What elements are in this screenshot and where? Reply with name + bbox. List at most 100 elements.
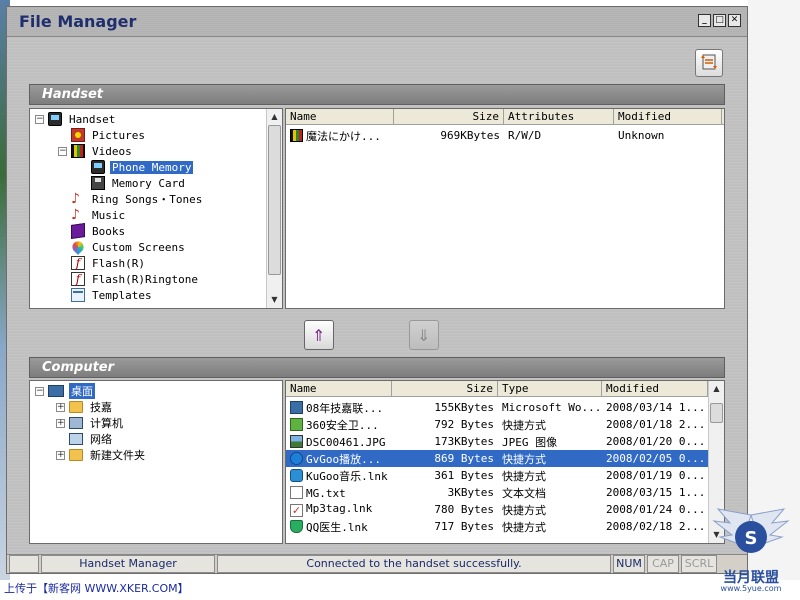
handset-tree-item[interactable]: Phone Memory [78, 159, 194, 175]
file-attributes: R/W/D [508, 129, 542, 142]
column-header-modified[interactable]: Modified [614, 109, 722, 125]
collapse-icon[interactable]: − [58, 146, 67, 156]
handset-tree-item[interactable]: ♪ Music [58, 207, 127, 223]
file-modified: 2008/01/18 2... [606, 418, 706, 431]
file-type-icon [290, 128, 303, 142]
column-header-size[interactable]: Size [392, 381, 498, 397]
tree-item-label: 新建文件夹 [90, 449, 145, 462]
handset-tree-item[interactable]: − Videos [58, 143, 134, 159]
file-row[interactable]: QQ医生.lnk 717 Bytes 快捷方式 2008/02/18 2... [286, 518, 708, 535]
handset-tree-pane[interactable]: − Handset Pictures − Videos Phone Memory Memor… [29, 108, 283, 309]
file-row[interactable]: DSC00461.JPG 173KBytes JPEG 图像 2008/01/20 0… [286, 433, 708, 450]
computer-tree-pane[interactable]: − 桌面 + 技嘉 + 计算机 网络 + 新建文件夹 [29, 380, 283, 544]
phone-icon [91, 160, 105, 174]
handset-tree-item[interactable]: Memory Card [78, 175, 187, 191]
handset-tree-item[interactable]: Pictures [58, 127, 147, 143]
status-app-name: Handset Manager [41, 555, 215, 573]
status-cap-indicator: CAP [647, 555, 679, 573]
file-modified: 2008/01/20 0... [606, 435, 706, 448]
maximize-button[interactable]: □ [713, 14, 726, 27]
tree-item-label: Videos [92, 144, 132, 158]
tree-item-label: Books [92, 224, 126, 238]
folder-icon [69, 449, 83, 461]
file-type-icon [290, 400, 303, 414]
file-row[interactable]: 魔法にかけ... 969KBytes R/W/D Unknown [286, 127, 724, 144]
column-header-name[interactable]: Name [286, 109, 394, 125]
file-modified: Unknown [618, 129, 665, 142]
window-title: File Manager [19, 12, 137, 31]
handset-tree-item[interactable]: − Handset [35, 111, 117, 127]
column-header-attributes[interactable]: Attributes [504, 109, 614, 125]
computer-file-list[interactable]: Name Size Type Modified 08年技嘉联... 155KByt… [285, 380, 725, 544]
file-row[interactable]: 360安全卫... 792 Bytes 快捷方式 2008/01/18 2... [286, 416, 708, 433]
logo-url: www.5yue.com [720, 584, 782, 593]
column-header-modified[interactable]: Modified [602, 381, 708, 397]
computer-icon [69, 417, 83, 429]
file-type: 快捷方式 [502, 452, 546, 466]
column-header-type[interactable]: Type [498, 381, 602, 397]
upload-to-handset-button[interactable]: ⇑ [304, 320, 334, 350]
close-button[interactable]: ✕ [728, 14, 741, 27]
tree-item-label: 技嘉 [90, 401, 112, 414]
handset-tree-item[interactable]: ♪ Ring Songs・Tones [58, 191, 204, 207]
file-size: 869 Bytes [434, 452, 494, 465]
title-bar[interactable]: File Manager _ □ ✕ [7, 7, 747, 37]
file-type-icon [290, 485, 303, 499]
handset-tree-scrollbar[interactable]: ▲ ▼ [266, 109, 282, 308]
tree-item-label: Templates [92, 288, 152, 302]
handset-tree-item[interactable]: Templates [58, 287, 154, 303]
winged-logo-icon: S [712, 508, 790, 553]
expand-icon[interactable]: + [56, 402, 65, 412]
file-modified: 2008/03/14 1... [606, 401, 706, 414]
film-icon [71, 144, 85, 158]
file-name: DSC00461.JPG [286, 434, 392, 449]
scroll-thumb[interactable] [268, 125, 281, 275]
tree-item-label: Phone Memory [110, 160, 194, 174]
file-type: 快捷方式 [502, 418, 546, 432]
scroll-up-arrow-icon[interactable]: ▲ [709, 381, 724, 396]
file-row[interactable]: GvGoo播放... 869 Bytes 快捷方式 2008/02/05 0... [286, 450, 708, 467]
download-to-computer-button[interactable]: ⇓ [409, 320, 439, 350]
file-row[interactable]: MG.txt 3KBytes 文本文档 2008/03/15 1... [286, 484, 708, 501]
file-type: 文本文档 [502, 486, 546, 500]
sync-button[interactable] [695, 49, 723, 77]
collapse-icon[interactable]: − [35, 114, 44, 124]
handset-tree-item[interactable]: f Flash(R) [58, 255, 147, 271]
column-header-name[interactable]: Name [286, 381, 392, 397]
tree-item-label: Handset [69, 112, 116, 126]
computer-tree-item[interactable]: + 技嘉 [56, 399, 114, 415]
music-note-icon: ♪ [71, 191, 80, 207]
scroll-thumb[interactable] [710, 403, 723, 423]
file-name-text: Mp3tag.lnk [306, 502, 373, 515]
color-drop-icon [70, 239, 86, 255]
handset-tree-item[interactable]: f Flash(R)Ringtone [58, 271, 200, 287]
computer-tree-item[interactable]: 网络 [56, 431, 114, 447]
picture-icon [71, 128, 85, 142]
minimize-button[interactable]: _ [698, 14, 711, 27]
file-row[interactable]: KuGoo音乐.lnk 361 Bytes 快捷方式 2008/01/19 0... [286, 467, 708, 484]
tree-item-label: Pictures [92, 128, 145, 142]
tree-item-label: Flash(R) [92, 256, 145, 270]
column-header-size[interactable]: Size [394, 109, 504, 125]
expand-icon[interactable]: + [56, 418, 65, 428]
computer-tree-item[interactable]: − 桌面 [35, 383, 95, 399]
file-name: QQ医生.lnk [286, 519, 392, 535]
computer-tree-item[interactable]: + 计算机 [56, 415, 125, 431]
handset-file-list[interactable]: Name Size Attributes Modified 魔法にかけ... 96… [285, 108, 725, 309]
file-size: 717 Bytes [434, 520, 494, 533]
tree-item-label: 计算机 [90, 417, 123, 430]
handset-tree-item[interactable]: Custom Screens [58, 239, 187, 255]
scroll-up-arrow-icon[interactable]: ▲ [267, 109, 282, 124]
file-row[interactable]: ✓ Mp3tag.lnk 780 Bytes 快捷方式 2008/01/24 0... [286, 501, 708, 518]
file-name-text: 08年技嘉联... [306, 401, 384, 415]
file-size: 792 Bytes [434, 418, 494, 431]
computer-list-header: Name Size Type Modified [286, 381, 710, 397]
file-row[interactable]: 08年技嘉联... 155KBytes Microsoft Wo... 2008/03… [286, 399, 708, 416]
scroll-down-arrow-icon[interactable]: ▼ [267, 292, 282, 307]
file-modified: 2008/01/19 0... [606, 469, 706, 482]
handset-tree-item[interactable]: Books [58, 223, 127, 239]
expand-icon[interactable]: + [56, 450, 65, 460]
file-size: 173KBytes [434, 435, 494, 448]
collapse-icon[interactable]: − [35, 386, 44, 396]
computer-tree-item[interactable]: + 新建文件夹 [56, 447, 147, 463]
